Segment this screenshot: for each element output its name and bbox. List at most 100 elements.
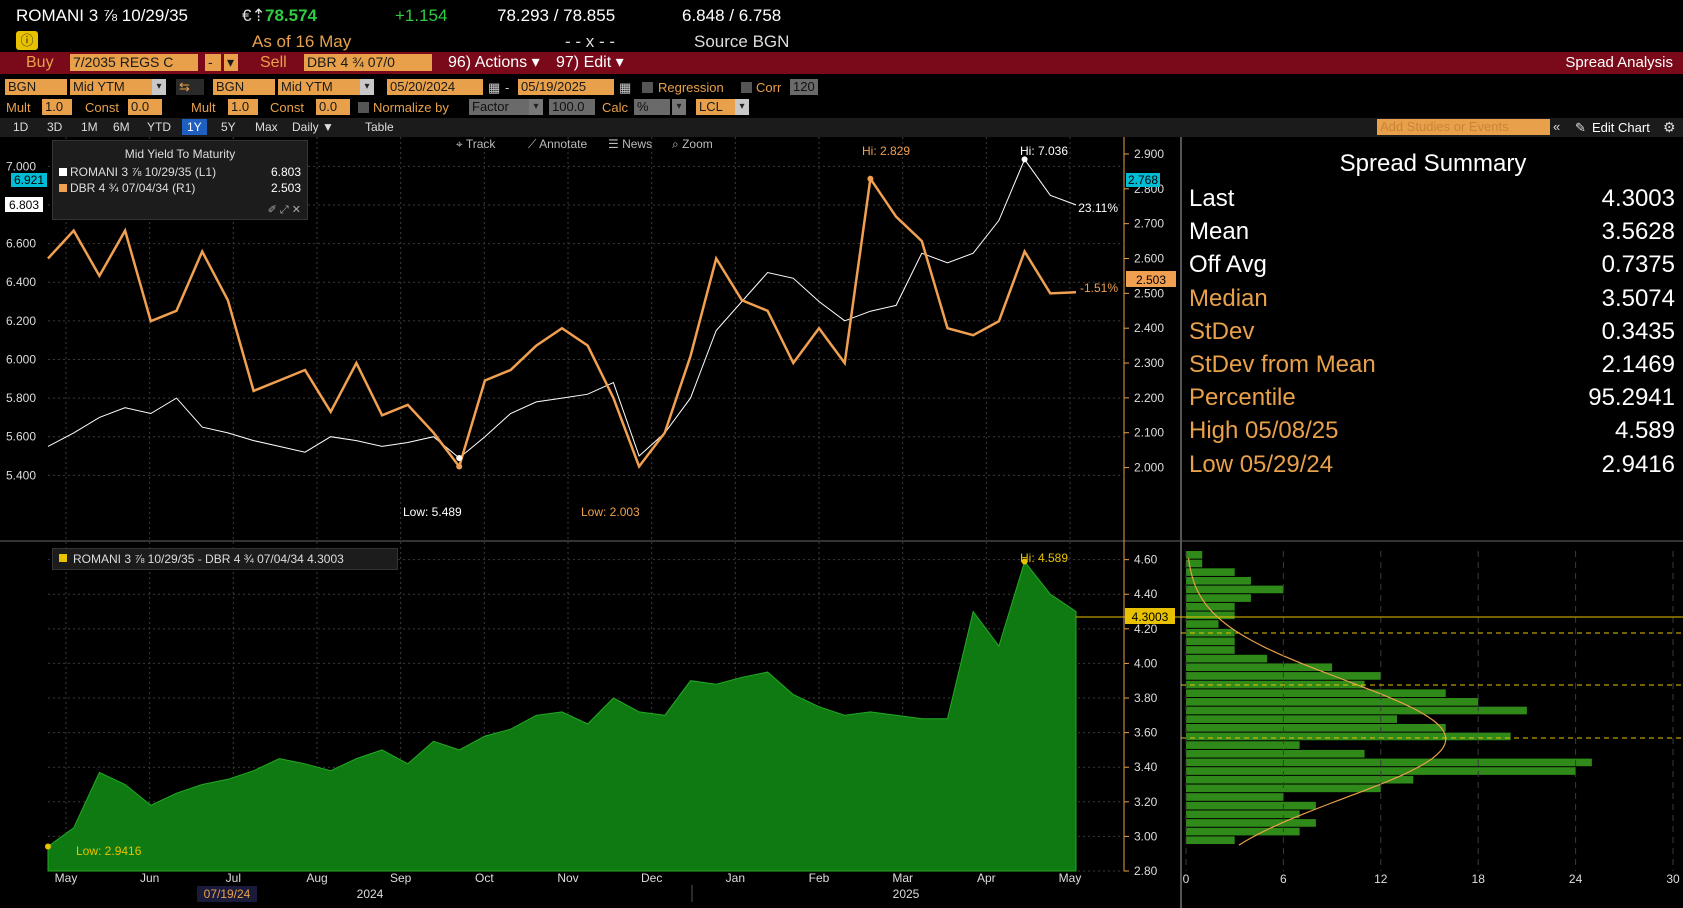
histogram-bar <box>1186 576 1251 585</box>
edit-chart-button[interactable]: Edit Chart <box>1592 120 1650 135</box>
month-label: Feb <box>809 871 830 885</box>
lower-legend[interactable]: ROMANI 3 ⅞ 10/29/35 - DBR 4 ¾ 07/04/34 4… <box>52 548 398 570</box>
track-tool[interactable]: ⌖ Track <box>456 137 495 152</box>
summary-value: 4.589 <box>1614 417 1675 445</box>
histogram-bar <box>1186 758 1592 767</box>
calendar-end-icon[interactable]: ▦ <box>619 79 631 96</box>
pricing-source: Source BGN <box>694 32 790 51</box>
range-max[interactable]: Max <box>250 119 283 135</box>
buy-label: Buy <box>26 54 54 71</box>
track-label: Track <box>465 137 496 151</box>
month-label: May <box>1059 871 1082 885</box>
news-tool[interactable]: ☰ News <box>608 137 652 151</box>
last-price: 78.574 <box>265 6 317 25</box>
summary-key: Off Avg <box>1189 251 1267 279</box>
zoom-tool[interactable]: ⌕ Zoom <box>672 137 713 152</box>
calc-select[interactable]: % <box>634 99 670 115</box>
field-1-dropdown-icon[interactable]: ▾ <box>152 79 166 95</box>
legend-item-dbr[interactable]: DBR 4 ¾ 07/04/34 (R1) <box>59 181 195 195</box>
lower-tick-label: 3.20 <box>1134 795 1158 809</box>
range-1d[interactable]: 1D <box>8 119 33 135</box>
summary-row: Last 4.3003 <box>1189 183 1675 215</box>
field-2-dropdown-icon[interactable]: ▾ <box>360 79 374 95</box>
alert-icon[interactable]: ⓘ <box>16 31 38 50</box>
range-1y[interactable]: 1Y <box>182 119 207 135</box>
frequency-select[interactable]: Daily ▼ <box>287 119 339 135</box>
extreme-marker <box>45 843 51 850</box>
bid-ask: 78.293 / 78.855 <box>497 6 616 25</box>
source-1-field[interactable]: BGN <box>5 79 67 95</box>
lower-tick-label: 4.00 <box>1134 656 1158 670</box>
annotate-label: Annotate <box>539 137 588 151</box>
right-tick-label: 2.500 <box>1134 286 1164 300</box>
buy-dropdown-button[interactable]: - <box>205 54 221 71</box>
field-1-select[interactable]: Mid YTM <box>70 79 160 95</box>
histogram-bar <box>1186 689 1446 698</box>
histogram-bar <box>1186 836 1235 845</box>
gear-icon[interactable]: ⚙ <box>1663 119 1676 136</box>
sell-security-field[interactable]: DBR 4 ¾ 07/0 <box>304 54 432 71</box>
start-date-field[interactable]: 05/20/2024 <box>387 79 483 95</box>
left-prev-tag: 6.921 <box>14 173 44 187</box>
const-2-field[interactable]: 0.0 <box>316 99 350 115</box>
lcl-select[interactable]: LCL <box>696 99 736 115</box>
lcl-dropdown-icon[interactable]: ▾ <box>735 99 749 115</box>
range-1m[interactable]: 1M <box>76 119 103 135</box>
range-6m[interactable]: 6M <box>108 119 135 135</box>
hist-tick-label: 12 <box>1374 872 1388 886</box>
spread-area[interactable] <box>47 560 1077 872</box>
summary-key: Mean <box>1189 218 1250 246</box>
year-label: 2024 <box>357 887 384 901</box>
range-ytd[interactable]: YTD <box>142 119 176 135</box>
calendar-start-icon[interactable]: ▦ <box>488 79 500 96</box>
regression-checkbox[interactable] <box>642 82 653 93</box>
extreme-marker <box>867 175 874 182</box>
mult-2-field[interactable]: 1.0 <box>228 99 258 115</box>
end-date-field[interactable]: 05/19/2025 <box>518 79 614 95</box>
normalize-checkbox[interactable] <box>358 102 369 113</box>
histogram-bar <box>1186 568 1235 576</box>
month-label: Mar <box>892 871 913 885</box>
annotate-tool[interactable]: ⟋ Annotate <box>528 137 587 152</box>
add-studies-input[interactable]: Add Studies or Events <box>1377 119 1550 135</box>
histogram-bar <box>1186 775 1414 784</box>
corr-checkbox[interactable] <box>741 82 752 93</box>
actions-menu[interactable]: 96) Actions ▾ <box>448 54 540 72</box>
dbr-yield-line[interactable] <box>47 175 1077 470</box>
mult-1-field[interactable]: 1.0 <box>42 99 72 115</box>
calc-dropdown-icon[interactable]: ▾ <box>672 99 686 115</box>
swap-icon[interactable]: ⇆ <box>176 79 204 95</box>
left-tick-label: 6.600 <box>6 237 36 251</box>
mult-1-label: Mult <box>6 100 31 115</box>
range-5y[interactable]: 5Y <box>216 119 241 135</box>
upper-legend[interactable]: Mid Yield To Maturity ROMANI 3 ⅞ 10/29/3… <box>52 140 308 220</box>
white-high-label: Hi: 7.036 <box>1020 144 1068 158</box>
buy-security-field[interactable]: 7/2035 REGS C <box>70 54 198 71</box>
table-button[interactable]: Table <box>360 119 399 135</box>
corr-window-field[interactable]: 120 <box>790 79 818 95</box>
legend-item-romani[interactable]: ROMANI 3 ⅞ 10/29/35 (L1) <box>59 165 216 179</box>
normalize-select[interactable]: Factor <box>469 99 533 115</box>
lower-tick-label: 3.00 <box>1134 829 1158 843</box>
field-2-select[interactable]: Mid YTM <box>278 79 368 95</box>
histogram-bar <box>1186 698 1479 706</box>
buy-arrow-button[interactable]: ▾ <box>224 54 238 71</box>
orange-low-label: Low: 2.003 <box>581 505 640 519</box>
summary-row: High 05/08/25 4.589 <box>1189 415 1675 447</box>
histogram-bar <box>1186 620 1219 628</box>
const-1-field[interactable]: 0.0 <box>128 99 162 115</box>
lower-legend-label: ROMANI 3 ⅞ 10/29/35 - DBR 4 ¾ 07/04/34 4… <box>73 552 344 566</box>
summary-row: Median 3.5074 <box>1189 283 1675 315</box>
legend-controls-icon[interactable]: ✐ ⤢ ✕ <box>268 203 301 217</box>
left-tick-label: 6.200 <box>6 314 36 328</box>
left-tick-label: 7.000 <box>6 159 36 173</box>
normalize-dropdown-icon[interactable]: ▾ <box>529 99 543 115</box>
range-3d[interactable]: 3D <box>42 119 67 135</box>
normalize-value-field[interactable]: 100.0 <box>549 99 595 115</box>
source-2-field[interactable]: BGN <box>213 79 275 95</box>
edit-menu[interactable]: 97) Edit ▾ <box>556 54 624 72</box>
histogram-bar <box>1186 551 1203 559</box>
collapse-icon[interactable]: « <box>1553 119 1560 134</box>
lower-axis-ticks: 4.604.404.204.003.803.603.403.203.002.80 <box>1124 553 1158 878</box>
legend-swatch-orange <box>59 184 67 192</box>
